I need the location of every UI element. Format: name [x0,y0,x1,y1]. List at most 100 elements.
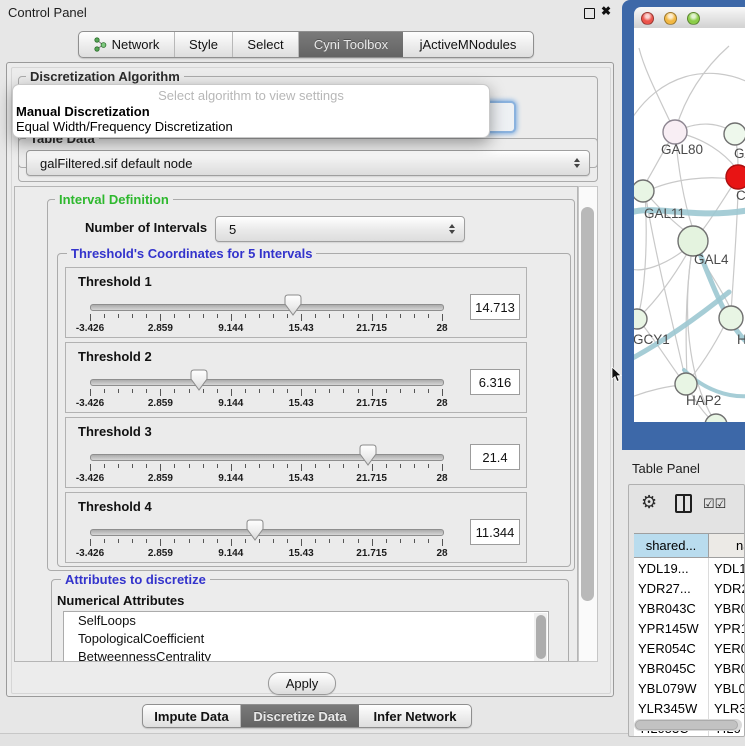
threshold-value-field[interactable]: 14.713 [470,294,520,320]
network-node[interactable] [675,373,697,395]
tick-mark [358,539,359,543]
network-node[interactable] [726,165,745,189]
threshold-value-field[interactable]: 6.316 [470,369,520,395]
slider-thumb[interactable] [359,444,377,466]
table-cell[interactable]: YBR0 [709,598,745,618]
tab-select[interactable]: Select [233,32,299,57]
zoom-traffic-light[interactable] [687,12,700,25]
column-header-shared-name[interactable]: shared... [634,534,709,557]
split-columns-icon[interactable] [675,494,692,513]
slider-thumb[interactable] [190,369,208,391]
number-of-intervals-combo[interactable]: 5 [215,216,465,242]
table-cell[interactable]: YDR2 [709,578,745,598]
tick-mark [343,539,344,543]
close-traffic-light[interactable] [641,12,654,25]
table-cell[interactable]: YDL1 [709,558,745,578]
network-node[interactable] [724,123,745,145]
tick-label: -3.426 [76,473,104,484]
slider-track[interactable] [90,529,444,536]
tick-mark [231,314,232,321]
settings-gear-icon[interactable]: ⚙ [641,493,657,511]
tick-mark [273,464,274,468]
network-window-titlebar[interactable] [634,7,745,29]
tick-mark [90,389,91,396]
tick-label: 2.859 [148,473,173,484]
threshold-value-field[interactable]: 11.344 [470,519,520,545]
table-horizontal-scrollbar[interactable] [634,719,742,731]
network-node[interactable] [663,120,687,144]
minimize-traffic-light[interactable] [664,12,677,25]
network-node[interactable] [719,306,743,330]
threshold-value-field[interactable]: 21.4 [470,444,520,470]
algorithm-placeholder-option[interactable]: Select algorithm to view settings [13,88,489,103]
tick-mark [217,314,218,318]
tick-mark [386,464,387,468]
tick-mark [428,539,429,543]
tick-mark [372,539,373,546]
tick-mark [132,389,133,393]
scrollbar-thumb[interactable] [581,207,594,601]
table-cell[interactable]: YLR3 [709,698,745,718]
table-cell[interactable]: YPR145W [634,618,709,638]
attribute-list-item[interactable]: TopologicalCoefficient [64,630,548,648]
tick-mark [118,464,119,468]
tick-mark [329,464,330,468]
table-cell[interactable]: YDL19... [634,558,709,578]
network-node[interactable] [634,180,654,202]
tick-mark [231,464,232,471]
threshold-panel-2: Threshold 2-3.4262.8599.14415.4321.71528… [65,342,527,413]
table-cell[interactable]: YPR1 [709,618,745,638]
tick-mark [329,314,330,318]
tick-mark [414,389,415,393]
tick-mark [90,464,91,471]
table-cell[interactable]: YER0 [709,638,745,658]
slider-thumb[interactable] [246,519,264,541]
close-icon[interactable]: ✖ [601,4,611,18]
scrollbar-thumb[interactable] [635,720,738,730]
tab-style[interactable]: Style [175,32,233,57]
apply-button[interactable]: Apply [268,672,336,695]
tick-mark [231,539,232,546]
algorithm-option-manual[interactable]: Manual Discretization [16,104,150,119]
slider-track[interactable] [90,379,444,386]
tab-cyni-toolbox[interactable]: Cyni Toolbox [299,32,403,57]
attribute-list-item[interactable]: SelfLoops [64,612,548,630]
tick-mark [301,389,302,396]
numerical-attributes-list: SelfLoopsTopologicalCoefficientBetweenne… [63,611,549,662]
slider-track[interactable] [90,454,444,461]
tick-label: -3.426 [76,398,104,409]
tab-jactivemnodules[interactable]: jActiveMNodules [403,32,533,57]
table-cell[interactable]: YBR043C [634,598,709,618]
tick-mark [259,389,260,393]
slider-track[interactable] [90,304,444,311]
algorithm-option-equal-width[interactable]: Equal Width/Frequency Discretization [16,119,233,134]
tick-mark [315,314,316,318]
network-canvas[interactable]: GAL80GACGAL11GAL4GCY1HHAP2 [634,28,745,422]
combo-spinner-icon [449,224,455,234]
table-data-combo[interactable]: galFiltered.sif default node [26,150,590,176]
float-window-icon[interactable] [584,8,595,19]
tab-impute-data[interactable]: Impute Data [143,705,241,727]
table-cell[interactable]: YLR345W [634,698,709,718]
node-label: GAL11 [644,206,685,221]
table-cell[interactable]: YBR0 [709,658,745,678]
tab-infer-network[interactable]: Infer Network [359,705,471,727]
tab-network[interactable]: Network [79,32,175,57]
settings-vertical-scrollbar[interactable] [578,186,598,662]
tick-mark [315,539,316,543]
table-cell[interactable]: YBR045C [634,658,709,678]
tick-mark [428,314,429,318]
table-cell[interactable]: YBL079W [634,678,709,698]
table-cell[interactable]: YBL0 [709,678,745,698]
checkbox-columns-icon[interactable]: ☑☑ [703,496,726,512]
table-cell[interactable]: YDR27... [634,578,709,598]
tick-mark [442,389,443,396]
slider-thumb[interactable] [284,294,302,316]
tab-discretize-data[interactable]: Discretize Data [241,705,359,727]
attribute-list-item[interactable]: BetweennessCentrality [64,648,548,662]
network-node[interactable] [705,414,727,422]
column-header-name[interactable]: na [709,534,745,557]
table-cell[interactable]: YER054C [634,638,709,658]
attributes-list-scrollbar[interactable] [534,613,547,662]
network-node[interactable] [634,309,647,329]
